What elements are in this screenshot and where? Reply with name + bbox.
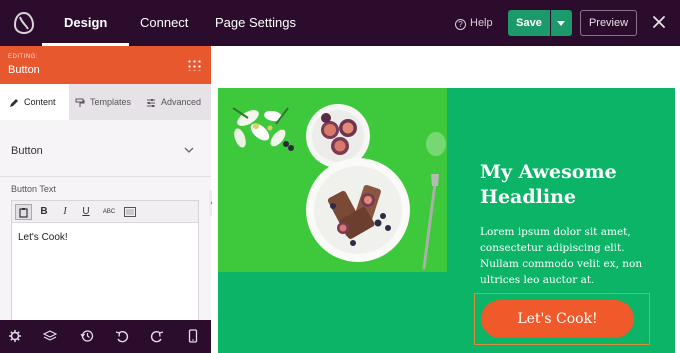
tab-connect[interactable]: Connect (140, 0, 188, 46)
button-text-label: Button Text (11, 184, 56, 194)
redo-icon[interactable] (150, 329, 164, 343)
chevron-down-icon[interactable] (184, 146, 194, 154)
drag-handle-icon[interactable] (187, 59, 201, 71)
tab-content[interactable]: Content (0, 84, 69, 120)
save-button[interactable]: Save (508, 10, 550, 36)
close-icon[interactable] (650, 13, 668, 31)
image-column-background (218, 272, 448, 353)
code-icon[interactable] (122, 204, 138, 220)
editing-header: EDITING: Button (0, 46, 211, 84)
italic-button[interactable]: I (58, 204, 72, 220)
editor-toolbar: B I U ABC (12, 201, 198, 223)
food-photo (218, 88, 448, 272)
editor-value[interactable]: Let's Cook! (18, 232, 68, 243)
save-options-dropdown[interactable] (551, 10, 572, 36)
white-flowers (232, 107, 294, 151)
undo-icon[interactable] (115, 329, 129, 343)
mobile-preview-icon[interactable] (186, 329, 200, 343)
bold-button[interactable]: B (37, 204, 51, 220)
food-illustration (232, 104, 446, 270)
content-panel: Button Button Text B I U ABC Let's Cook! (0, 120, 211, 324)
paint-roller-icon (75, 98, 85, 107)
button-text-editor[interactable]: B I U ABC Let's Cook! (11, 200, 199, 324)
tab-content-label: Content (24, 97, 56, 107)
tab-page-settings[interactable]: Page Settings (215, 0, 296, 46)
underline-button[interactable]: U (79, 204, 93, 220)
tab-design[interactable]: Design (41, 0, 130, 46)
app-logo-icon[interactable] (13, 11, 35, 35)
sliders-icon (147, 98, 155, 107)
settings-sidebar: EDITING: Button Content Templates Advanc… (0, 46, 211, 353)
editing-label: EDITING: (8, 54, 39, 60)
editing-title: Button (8, 64, 40, 76)
paste-icon[interactable] (15, 204, 32, 220)
sidebar-tabs: Content Templates Advanced (0, 84, 211, 120)
cta-button[interactable]: Let's Cook! (481, 300, 634, 338)
strikethrough-button[interactable]: ABC (100, 204, 118, 220)
tab-templates[interactable]: Templates (75, 84, 141, 120)
bottom-toolbar (0, 320, 211, 353)
help-link[interactable]: ? Help (455, 0, 493, 46)
section-divider (0, 176, 211, 177)
dessert-plate (306, 158, 410, 262)
page-headline[interactable]: My Awesome Headline (480, 160, 660, 210)
fork (422, 174, 439, 270)
pencil-icon (10, 98, 18, 107)
tab-templates-label: Templates (90, 97, 132, 107)
gear-icon[interactable] (8, 329, 22, 343)
layers-icon[interactable] (43, 329, 57, 343)
top-bar: Design Connect Page Settings ? Help Save … (0, 0, 680, 46)
section-title[interactable]: Button (11, 145, 43, 157)
preview-button[interactable]: Preview (580, 10, 637, 36)
tab-advanced[interactable]: Advanced (146, 84, 211, 120)
page-body-text[interactable]: Lorem ipsum dolor sit amet, consectetur … (480, 224, 660, 288)
tab-advanced-label: Advanced (161, 97, 202, 107)
glass (426, 132, 446, 156)
history-icon[interactable] (80, 329, 94, 343)
help-icon: ? (455, 19, 466, 30)
help-label: Help (470, 17, 493, 29)
